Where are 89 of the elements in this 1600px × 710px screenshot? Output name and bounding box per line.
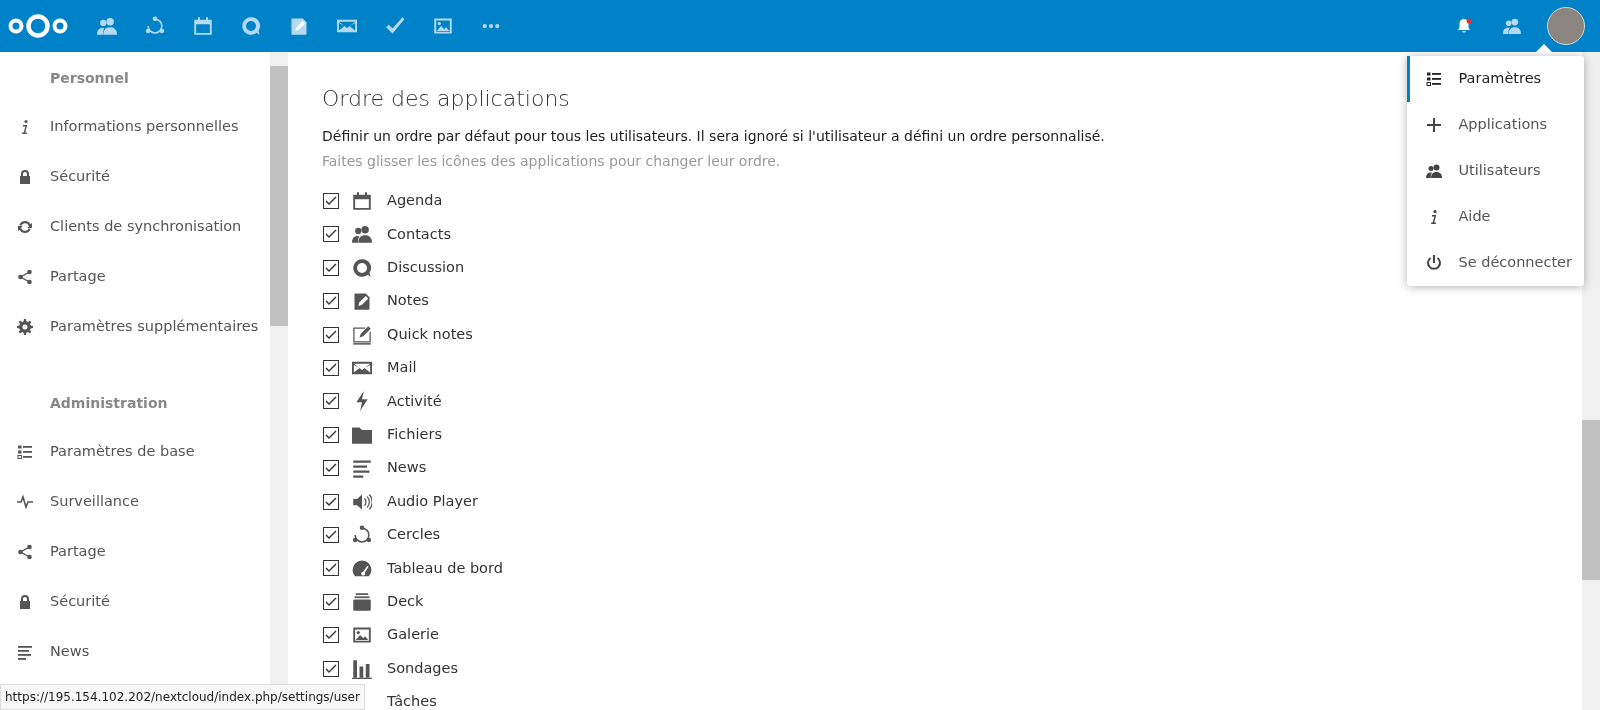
app-label: Tableau de bord xyxy=(387,558,503,578)
description-text: Définir un ordre par défaut pour tous les utilisateurs. Il sera ignoré si l'utilisateur a défini un ordre personnalisé. xyxy=(322,127,1105,147)
app-label: Sondages xyxy=(387,658,459,678)
calendar-icon xyxy=(352,191,372,212)
checkbox[interactable] xyxy=(323,226,339,243)
sidebar-item[interactable]: Partage xyxy=(0,527,270,577)
people-icon[interactable] xyxy=(1503,17,1521,35)
app-label: Quick notes xyxy=(387,324,473,344)
checkbox[interactable] xyxy=(323,193,339,210)
section-heading: Personnel xyxy=(49,69,130,88)
app-label: Galerie xyxy=(387,625,439,645)
scrollbar[interactable] xyxy=(1582,52,1600,710)
bell-icon[interactable] xyxy=(1456,18,1472,34)
app-label: News xyxy=(387,458,427,478)
checkbox[interactable] xyxy=(323,293,339,310)
speech-bubble-icon[interactable] xyxy=(241,16,261,36)
app-label: Fichiers xyxy=(387,424,442,444)
list-icon xyxy=(17,444,33,460)
checkbox[interactable] xyxy=(323,326,339,343)
speech-bubble-icon xyxy=(352,257,372,278)
lines-icon xyxy=(352,458,372,479)
app-label: Notes xyxy=(387,291,429,311)
checkbox[interactable] xyxy=(323,426,339,443)
section-title: Ordre des applications xyxy=(322,86,571,113)
menu-item[interactable]: Aide xyxy=(1407,194,1572,240)
speaker-icon xyxy=(352,491,372,512)
app-label: Cercles xyxy=(387,525,441,545)
sidebar-item[interactable]: Surveillance xyxy=(0,477,270,527)
menu-item[interactable]: Applications xyxy=(1407,102,1572,148)
hint-text: Faites glisser les icônes des applications pour changer leur ordre. xyxy=(322,152,781,172)
app-label: Contacts xyxy=(387,224,451,244)
circle-nodes-icon xyxy=(352,525,372,545)
checkbox[interactable] xyxy=(323,627,339,644)
gauge-icon xyxy=(352,558,372,579)
checkbox[interactable] xyxy=(323,593,339,610)
checkbox[interactable] xyxy=(323,393,339,410)
people-icon[interactable] xyxy=(97,16,117,36)
gear-icon xyxy=(17,319,33,335)
app-label: Discussion xyxy=(387,258,465,277)
sidebar-item[interactable]: Partage xyxy=(0,252,270,302)
app-label: Agenda xyxy=(387,191,443,211)
logo-icon[interactable] xyxy=(7,12,69,40)
image-icon[interactable] xyxy=(433,16,453,36)
checkbox[interactable] xyxy=(323,560,339,577)
sidebar-item[interactable]: Clients de synchronisation xyxy=(0,202,270,252)
pencil-note-icon xyxy=(352,291,372,312)
sidebar-item[interactable]: Informations personnelles xyxy=(0,102,270,152)
sidebar-item[interactable]: Sécurité xyxy=(0,152,270,202)
checkbox[interactable] xyxy=(323,527,339,543)
lock-icon xyxy=(17,594,33,610)
pencil-pad-icon xyxy=(352,324,372,345)
circle-nodes-icon[interactable] xyxy=(145,16,165,36)
section-heading: Administration xyxy=(49,394,169,413)
bar-chart-icon xyxy=(352,658,372,679)
stack-icon xyxy=(352,591,372,612)
people-icon xyxy=(1426,163,1443,179)
plus-icon xyxy=(1426,117,1443,133)
lines-icon xyxy=(17,644,33,660)
checkbox[interactable] xyxy=(323,493,339,510)
checkmark-icon[interactable] xyxy=(385,16,405,36)
sidebar-item[interactable]: News xyxy=(0,627,270,677)
status-url-tooltip: https://195.154.102.202/nextcloud/index.php/settings/user xyxy=(0,684,365,710)
app-label: Mail xyxy=(387,358,417,378)
list-icon xyxy=(1426,71,1443,87)
sidebar-item[interactable]: Paramètres supplémentaires xyxy=(0,302,270,352)
app-label: Tâches xyxy=(387,692,437,710)
avatar[interactable] xyxy=(1547,7,1585,45)
power-icon xyxy=(1426,255,1443,271)
share-icon xyxy=(17,544,33,560)
app-label: Activité xyxy=(387,391,442,411)
people-icon xyxy=(352,224,372,245)
checkbox[interactable] xyxy=(323,460,339,477)
lock-icon xyxy=(17,169,33,185)
sync-icon xyxy=(17,219,33,235)
sidebar-item[interactable]: Sécurité xyxy=(0,577,270,627)
menu-item[interactable]: Se déconnecter xyxy=(1407,240,1572,286)
checkbox[interactable] xyxy=(323,660,339,677)
calendar-icon[interactable] xyxy=(193,16,213,36)
menu-item[interactable]: Utilisateurs xyxy=(1407,148,1572,194)
share-icon xyxy=(17,269,33,285)
app-label: Deck xyxy=(387,591,424,611)
pulse-icon xyxy=(17,494,33,510)
image-icon xyxy=(352,625,372,646)
pencil-note-icon[interactable] xyxy=(289,16,309,36)
checkbox[interactable] xyxy=(323,360,339,377)
sidebar-item[interactable]: Paramètres de base xyxy=(0,427,270,477)
menu-item[interactable]: Paramètres xyxy=(1407,56,1572,102)
checkbox[interactable] xyxy=(323,259,339,276)
app-label: Audio Player xyxy=(387,491,478,511)
